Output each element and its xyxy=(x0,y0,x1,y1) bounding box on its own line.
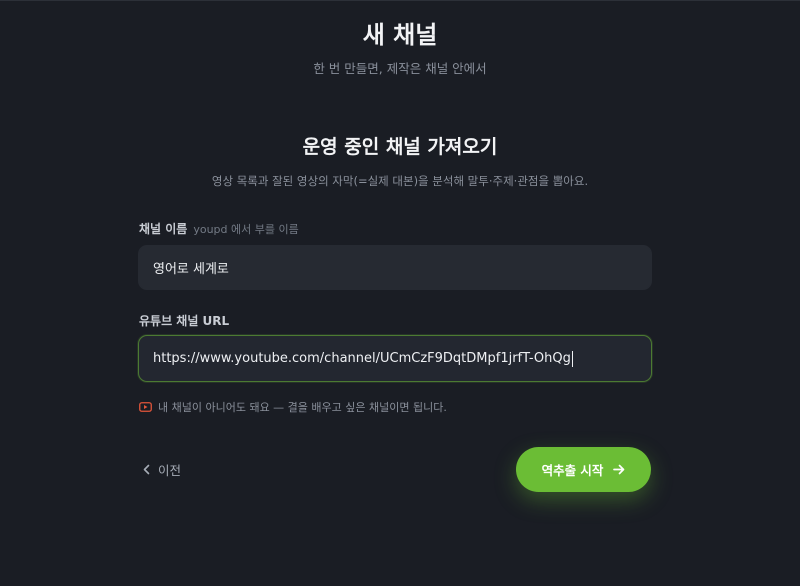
page-title: 새 채널 xyxy=(362,21,438,49)
start-extraction-button[interactable]: 역추출 시작 xyxy=(516,447,651,492)
start-extraction-label: 역추출 시작 xyxy=(541,463,604,478)
text-caret xyxy=(571,350,573,367)
channel-name-value: 영어로 세계로 xyxy=(153,262,229,277)
youtube-url-label-text: 유튜브 채널 URL xyxy=(139,314,230,328)
section-title: 운영 중인 채널 가져오기 xyxy=(302,136,498,158)
channel-name-label-text: 채널 이름 xyxy=(139,222,188,236)
channel-note: 내 채널이 아니어도 돼요 — 결을 배우고 싶은 채널이면 됩니다. xyxy=(139,399,447,415)
youtube-url-value: https://www.youtube.com/channel/UCmCzF9D… xyxy=(153,351,571,366)
back-button[interactable]: 이전 xyxy=(143,460,181,479)
top-divider xyxy=(0,0,800,1)
channel-note-text: 내 채널이 아니어도 돼요 — 결을 배우고 싶은 채널이면 됩니다. xyxy=(158,401,447,414)
youtube-url-label: 유튜브 채널 URL xyxy=(139,312,229,329)
chevron-left-icon xyxy=(143,464,150,475)
channel-name-hint: youpd 에서 부를 이름 xyxy=(193,223,299,236)
section-description: 영상 목록과 잘된 영상의 자막(=실제 대본)을 분석해 말투·주제·관점을 … xyxy=(211,174,589,188)
channel-name-label: 채널 이름 youpd 에서 부를 이름 xyxy=(139,220,299,237)
back-button-label: 이전 xyxy=(158,463,182,478)
youtube-url-input[interactable]: https://www.youtube.com/channel/UCmCzF9D… xyxy=(138,335,652,382)
channel-name-input[interactable]: 영어로 세계로 xyxy=(138,245,652,290)
arrow-right-icon xyxy=(613,464,625,475)
youtube-icon xyxy=(139,402,152,412)
page-subtitle: 한 번 만들면, 제작은 채널 안에서 xyxy=(313,61,487,76)
